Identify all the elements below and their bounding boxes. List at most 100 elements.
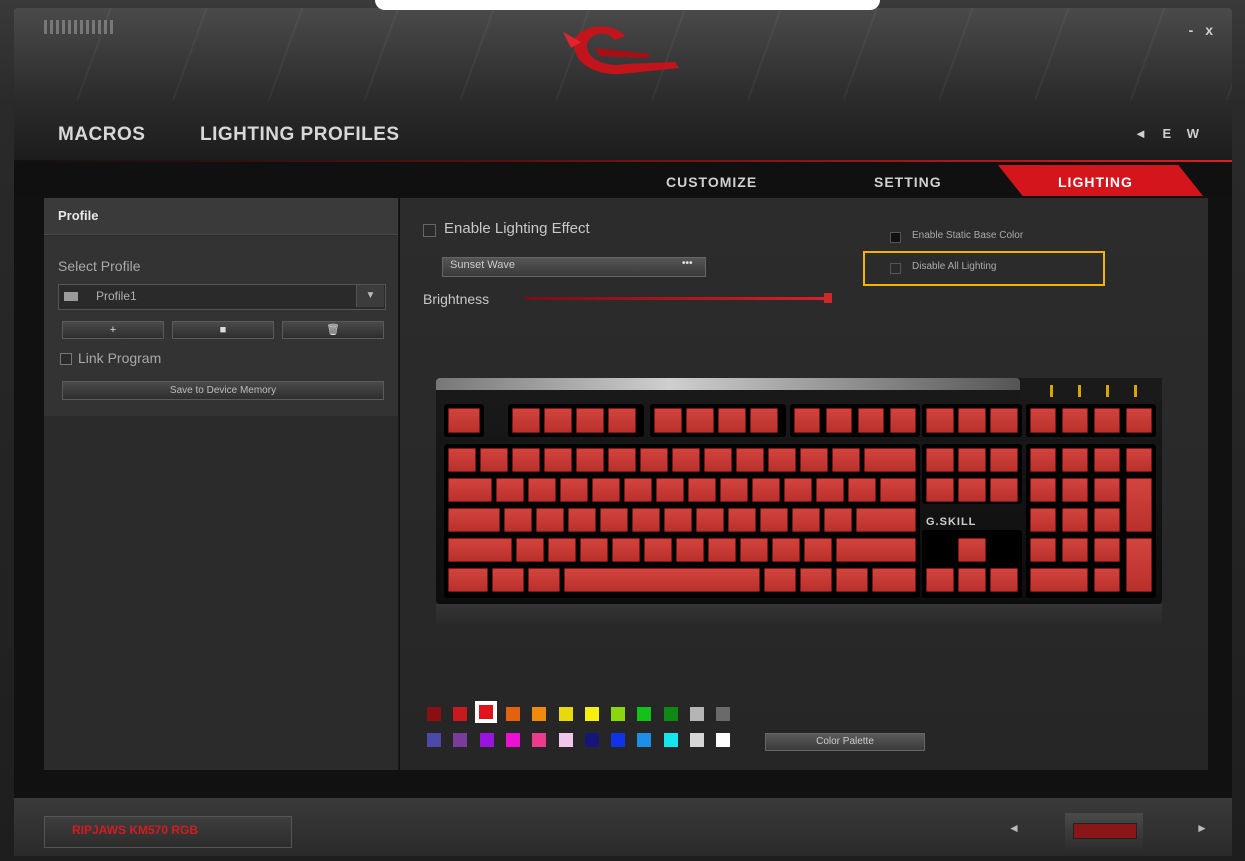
color-swatch[interactable]	[663, 733, 678, 747]
color-swatch[interactable]	[453, 733, 468, 747]
keyboard-key[interactable]	[958, 478, 986, 502]
drag-grip-icon[interactable]	[44, 20, 116, 34]
color-swatch[interactable]	[611, 707, 626, 721]
keyboard-key[interactable]	[1062, 538, 1088, 562]
keyboard-key[interactable]	[792, 508, 820, 532]
keyboard-key[interactable]	[736, 448, 764, 472]
keyboard-key[interactable]	[1030, 568, 1088, 592]
brightness-slider-handle[interactable]	[824, 293, 832, 303]
keyboard-key[interactable]	[1062, 478, 1088, 502]
keyboard-key[interactable]	[560, 478, 588, 502]
keyboard-key[interactable]	[1094, 508, 1120, 532]
keyboard-key[interactable]	[1062, 408, 1088, 433]
keyboard-key[interactable]	[1094, 568, 1120, 592]
keyboard-key[interactable]	[816, 478, 844, 502]
keyboard-key[interactable]	[448, 508, 500, 532]
keyboard-key[interactable]	[1030, 538, 1056, 562]
keyboard-key[interactable]	[772, 538, 800, 562]
more-options-icon[interactable]: •••	[682, 258, 693, 269]
keyboard-key[interactable]	[516, 538, 544, 562]
keyboard-key[interactable]	[760, 508, 788, 532]
keyboard-key[interactable]	[764, 568, 796, 592]
color-swatch[interactable]	[611, 733, 626, 747]
keyboard-key[interactable]	[528, 568, 560, 592]
keyboard-key[interactable]	[600, 508, 628, 532]
color-swatch[interactable]	[505, 733, 520, 747]
keyboard-key[interactable]	[856, 508, 916, 532]
keyboard-key[interactable]	[480, 448, 508, 472]
tab-customize[interactable]: CUSTOMIZE	[666, 174, 757, 190]
keyboard-key[interactable]	[504, 508, 532, 532]
keyboard-key[interactable]	[1094, 538, 1120, 562]
keyboard-key[interactable]	[826, 408, 852, 433]
keyboard-key[interactable]	[704, 448, 732, 472]
keyboard-key[interactable]	[1030, 408, 1056, 433]
keyboard-key[interactable]	[768, 448, 796, 472]
color-swatch[interactable]	[558, 733, 573, 747]
color-swatch[interactable]	[716, 733, 731, 747]
window-controls[interactable]: - x	[1189, 22, 1217, 38]
brightness-slider[interactable]	[525, 297, 830, 300]
keyboard-key[interactable]	[1062, 448, 1088, 472]
add-profile-button[interactable]: +	[62, 321, 164, 339]
keyboard-key[interactable]	[926, 478, 954, 502]
keyboard-key[interactable]	[1030, 478, 1056, 502]
remove-profile-button[interactable]: ■	[172, 321, 274, 339]
keyboard-key[interactable]	[864, 448, 916, 472]
keyboard-key[interactable]	[750, 408, 778, 433]
color-swatch[interactable]	[584, 733, 599, 747]
keyboard-key[interactable]	[708, 538, 736, 562]
keyboard-key[interactable]	[656, 478, 684, 502]
keyboard-key[interactable]	[824, 508, 852, 532]
keyboard-key[interactable]	[836, 568, 868, 592]
keyboard-key[interactable]	[1126, 538, 1152, 592]
color-swatch[interactable]	[637, 733, 652, 747]
keyboard-key[interactable]	[512, 408, 540, 433]
prev-device-icon[interactable]: ◄	[1008, 821, 1020, 835]
keyboard-key[interactable]	[784, 478, 812, 502]
keyboard-key[interactable]	[536, 508, 564, 532]
link-program-checkbox[interactable]	[60, 353, 72, 365]
keyboard-key[interactable]	[448, 448, 476, 472]
color-swatch[interactable]	[690, 707, 704, 721]
keyboard-key[interactable]	[740, 538, 768, 562]
keyboard-key[interactable]	[990, 408, 1018, 433]
static-base-color-checkbox[interactable]	[890, 232, 901, 243]
keyboard-key[interactable]	[608, 448, 636, 472]
color-swatch[interactable]	[690, 733, 704, 747]
keyboard-key[interactable]	[688, 478, 716, 502]
color-swatch[interactable]	[558, 707, 573, 721]
keyboard-key[interactable]	[576, 408, 604, 433]
keyboard-key[interactable]	[654, 408, 682, 433]
keyboard-key[interactable]	[676, 538, 704, 562]
keyboard-key[interactable]	[664, 508, 692, 532]
keyboard-key[interactable]	[848, 478, 876, 502]
keyboard-key[interactable]	[696, 508, 724, 532]
keyboard-key[interactable]	[1094, 478, 1120, 502]
keyboard-key[interactable]	[1094, 448, 1120, 472]
color-swatch[interactable]	[427, 733, 441, 747]
keyboard-key[interactable]	[632, 508, 660, 532]
color-swatch[interactable]	[532, 707, 547, 721]
color-swatch[interactable]	[505, 707, 520, 721]
color-swatch[interactable]	[479, 733, 494, 747]
enable-lighting-checkbox[interactable]	[423, 224, 436, 237]
color-swatch[interactable]	[663, 707, 678, 721]
keyboard-key[interactable]	[718, 408, 746, 433]
keyboard-key[interactable]	[1126, 448, 1152, 472]
tab-lighting[interactable]: LIGHTING	[1058, 174, 1133, 190]
keyboard-key[interactable]	[990, 478, 1018, 502]
keyboard-key[interactable]	[624, 478, 652, 502]
keyboard-key[interactable]	[544, 408, 572, 433]
keyboard-key[interactable]	[1062, 508, 1088, 532]
device-thumbnail[interactable]	[1065, 813, 1143, 849]
keyboard-key[interactable]	[1126, 408, 1152, 433]
nav-macros[interactable]: MACROS	[58, 124, 145, 146]
keyboard-key[interactable]	[832, 448, 860, 472]
next-device-icon[interactable]: ►	[1196, 821, 1208, 835]
keyboard-key[interactable]	[564, 568, 760, 592]
keyboard-key[interactable]	[1126, 478, 1152, 532]
color-swatch[interactable]	[716, 707, 731, 721]
keyboard-key[interactable]	[644, 538, 672, 562]
chevron-down-icon[interactable]: ▼	[356, 285, 384, 307]
